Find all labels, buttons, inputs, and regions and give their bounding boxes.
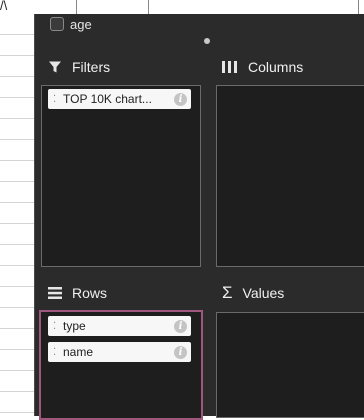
sigma-icon: Σ [222, 283, 233, 302]
row-field-label: type [63, 319, 86, 333]
columns-icon [222, 61, 237, 73]
drag-handle-icon[interactable]: ⁚ [53, 94, 63, 105]
info-icon[interactable]: i [174, 345, 187, 359]
info-icon[interactable]: i [174, 92, 187, 106]
filters-title: Filters [72, 59, 111, 75]
columns-header: Columns [222, 59, 303, 75]
splitter-handle[interactable] [204, 38, 210, 44]
column-divider [76, 0, 77, 14]
columns-drop-zone[interactable] [216, 85, 364, 267]
values-drop-zone[interactable] [216, 312, 364, 418]
rows-header: Rows [48, 285, 107, 301]
field-label: age [70, 16, 92, 32]
info-icon[interactable]: i [174, 319, 187, 333]
values-title: Values [242, 285, 285, 301]
row-field-item-type[interactable]: ⁚ type i [48, 316, 191, 336]
row-field-label: name [63, 345, 94, 359]
column-divider [358, 0, 359, 14]
filter-field-label: TOP 10K chart... [63, 92, 152, 106]
rows-title: Rows [72, 285, 108, 301]
filters-header: Filters [48, 59, 110, 75]
row-field-item-name[interactable]: ⁚ name i [48, 342, 191, 362]
filter-field-item[interactable]: ⁚ TOP 10K chart... i [48, 89, 191, 109]
rows-icon [48, 287, 62, 299]
field-checkbox[interactable] [50, 17, 64, 31]
drag-handle-icon[interactable]: ⁚ [53, 321, 63, 332]
cropped-header-text: /\ [0, 0, 8, 13]
sheet-row-lines [0, 14, 34, 416]
values-header: Σ Values [222, 283, 285, 302]
drag-handle-icon[interactable]: ⁚ [53, 347, 63, 358]
column-divider [148, 0, 149, 14]
filters-drop-zone[interactable] [41, 85, 201, 267]
funnel-icon [49, 61, 61, 73]
field-list-item-age[interactable]: age [50, 16, 92, 32]
columns-title: Columns [248, 59, 304, 75]
